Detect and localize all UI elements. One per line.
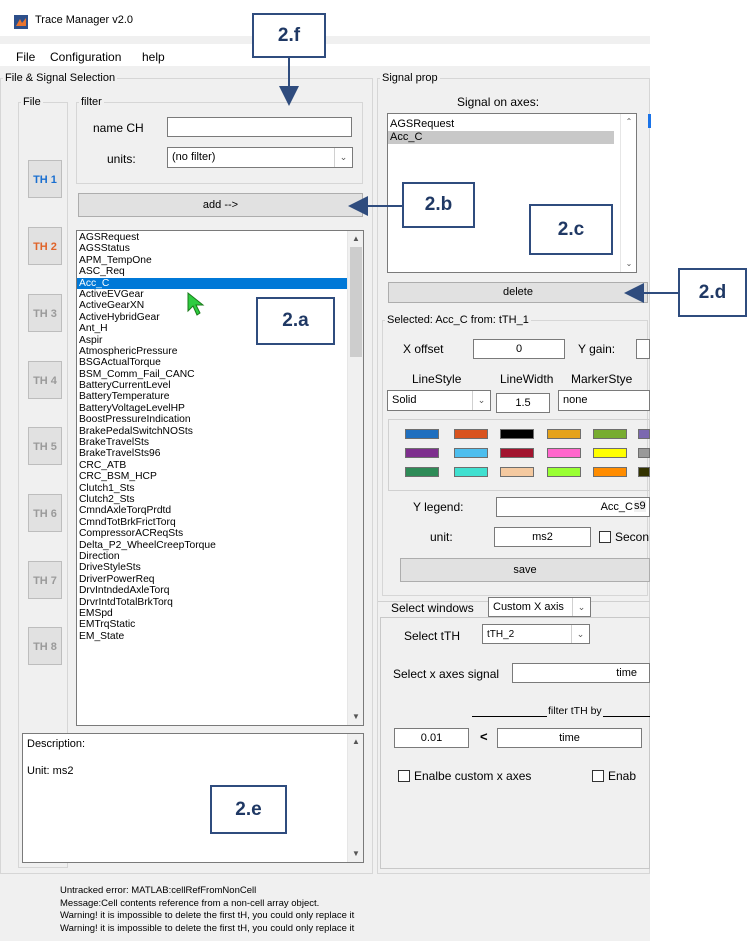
callout-2d: 2.d [678,268,747,317]
callout-2b: 2.b [402,182,475,228]
callout-2c: 2.c [529,204,613,255]
callout-2e: 2.e [210,785,287,834]
callout-2a: 2.a [256,297,335,345]
annotation-arrows [279,58,678,303]
callout-2f: 2.f [252,13,326,58]
